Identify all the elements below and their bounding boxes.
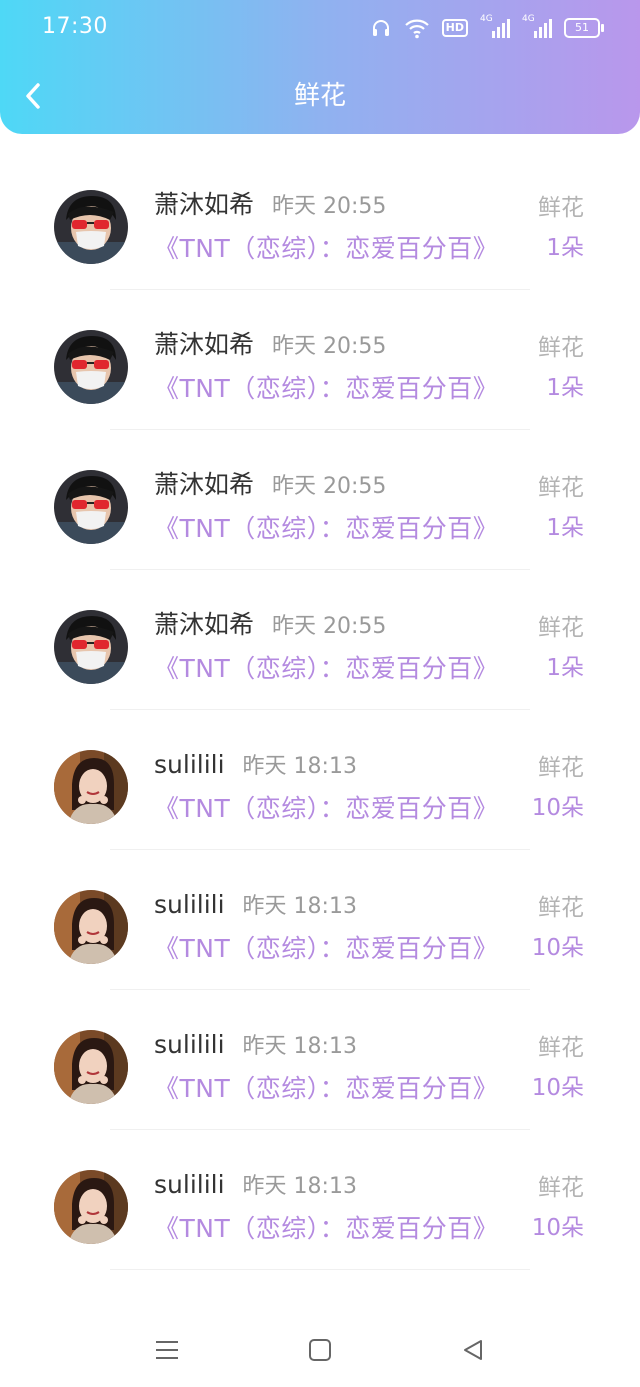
gift-row[interactable]: sulilili 昨天 18:13 《TNT（恋综）：恋爱百分百》 鲜花 10朵 [0,1130,640,1270]
signal-4g-icon: 4G [522,14,552,40]
home-button[interactable] [302,1332,338,1368]
gift-type: 鲜花 [538,615,584,641]
timestamp: 昨天 18:13 [242,894,357,919]
status-bar: 17:30 HD 4G 4G 51 [0,0,640,56]
avatar[interactable] [54,1170,128,1244]
user-name[interactable]: 萧沐如希 [154,470,254,499]
book-title[interactable]: 《TNT（恋综）：恋爱百分百》 [154,232,498,266]
user-line: 萧沐如希 昨天 20:55 [154,328,386,364]
home-square-icon [309,1339,331,1361]
gift-row[interactable]: 萧沐如希 昨天 20:55 《TNT（恋综）：恋爱百分百》 鲜花 1朵 [0,150,640,290]
user-name[interactable]: sulilili [154,1030,225,1059]
wifi-icon [404,17,430,39]
gift-row[interactable]: 萧沐如希 昨天 20:55 《TNT（恋综）：恋爱百分百》 鲜花 1朵 [0,570,640,710]
user-line: 萧沐如希 昨天 20:55 [154,188,386,224]
app-header: 17:30 HD 4G 4G 51 鲜花 [0,0,640,134]
book-title[interactable]: 《TNT（恋综）：恋爱百分百》 [154,1212,498,1246]
timestamp: 昨天 20:55 [272,614,387,639]
user-line: sulilili 昨天 18:13 [154,1028,357,1064]
gift-type: 鲜花 [538,1175,584,1201]
gift-count: 1朵 [546,515,584,541]
user-line: sulilili 昨天 18:13 [154,748,357,784]
signal-4g-icon: 4G [480,14,510,40]
user-name[interactable]: sulilili [154,750,225,779]
menu-button[interactable] [149,1332,185,1368]
book-title[interactable]: 《TNT（恋综）：恋爱百分百》 [154,652,498,686]
gift-row[interactable]: 萧沐如希 昨天 20:55 《TNT（恋综）：恋爱百分百》 鲜花 1朵 [0,290,640,430]
headset-icon [370,17,392,39]
timestamp: 昨天 20:55 [272,334,387,359]
book-title[interactable]: 《TNT（恋综）：恋爱百分百》 [154,512,498,546]
book-title[interactable]: 《TNT（恋综）：恋爱百分百》 [154,372,498,406]
gift-list: 萧沐如希 昨天 20:55 《TNT（恋综）：恋爱百分百》 鲜花 1朵 萧沐如希 昨天 20… [0,150,640,1270]
avatar[interactable] [54,190,128,264]
avatar[interactable] [54,750,128,824]
status-time: 17:30 [42,14,108,39]
avatar[interactable] [54,610,128,684]
book-title[interactable]: 《TNT（恋综）：恋爱百分百》 [154,932,498,966]
system-back-button[interactable] [455,1332,491,1368]
hd-icon: HD [441,19,468,37]
timestamp: 昨天 18:13 [242,754,357,779]
gift-count: 1朵 [546,235,584,261]
row-divider [110,1269,530,1270]
user-name[interactable]: sulilili [154,1170,225,1199]
gift-count: 10朵 [531,935,584,961]
gift-type: 鲜花 [538,195,584,221]
user-line: sulilili 昨天 18:13 [154,1168,357,1204]
gift-row[interactable]: sulilili 昨天 18:13 《TNT（恋综）：恋爱百分百》 鲜花 10朵 [0,990,640,1130]
gift-type: 鲜花 [538,895,584,921]
avatar[interactable] [54,470,128,544]
user-name[interactable]: 萧沐如希 [154,610,254,639]
page-title: 鲜花 [293,81,346,111]
user-name[interactable]: sulilili [154,890,225,919]
avatar[interactable] [54,890,128,964]
avatar[interactable] [54,330,128,404]
gift-type: 鲜花 [538,1035,584,1061]
menu-icon [156,1341,178,1359]
user-name[interactable]: 萧沐如希 [154,190,254,219]
gift-type: 鲜花 [538,475,584,501]
user-line: 萧沐如希 昨天 20:55 [154,468,386,504]
gift-type: 鲜花 [538,335,584,361]
gift-count: 10朵 [531,795,584,821]
gift-row[interactable]: 萧沐如希 昨天 20:55 《TNT（恋综）：恋爱百分百》 鲜花 1朵 [0,430,640,570]
gift-row[interactable]: sulilili 昨天 18:13 《TNT（恋综）：恋爱百分百》 鲜花 10朵 [0,850,640,990]
system-nav-bar [0,1310,640,1387]
battery-icon: 51 [564,18,604,38]
user-line: sulilili 昨天 18:13 [154,888,357,924]
status-icons: HD 4G 4G 51 [370,14,604,42]
book-title[interactable]: 《TNT（恋综）：恋爱百分百》 [154,1072,498,1106]
battery-level: 51 [575,21,589,34]
back-triangle-icon [464,1340,482,1360]
gift-type: 鲜花 [538,755,584,781]
gift-count: 10朵 [531,1075,584,1101]
gift-count: 1朵 [546,655,584,681]
timestamp: 昨天 18:13 [242,1034,357,1059]
gift-count: 1朵 [546,375,584,401]
gift-count: 10朵 [531,1215,584,1241]
avatar[interactable] [54,1030,128,1104]
gift-row[interactable]: sulilili 昨天 18:13 《TNT（恋综）：恋爱百分百》 鲜花 10朵 [0,710,640,850]
hd-label: HD [445,21,464,34]
book-title[interactable]: 《TNT（恋综）：恋爱百分百》 [154,792,498,826]
user-name[interactable]: 萧沐如希 [154,330,254,359]
nav-bar: 鲜花 [0,56,640,134]
timestamp: 昨天 18:13 [242,1174,357,1199]
timestamp: 昨天 20:55 [272,194,387,219]
user-line: 萧沐如希 昨天 20:55 [154,608,386,644]
timestamp: 昨天 20:55 [272,474,387,499]
